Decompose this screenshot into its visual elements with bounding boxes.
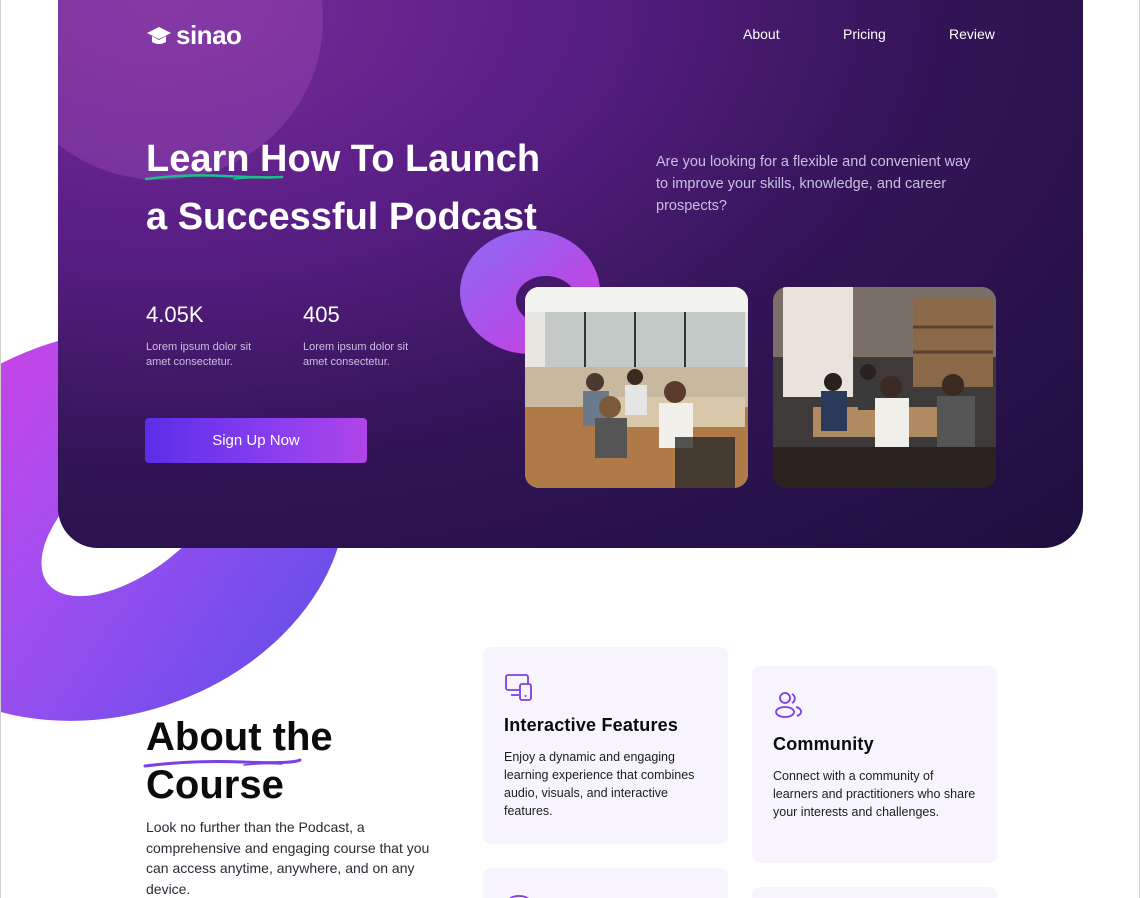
- stat-value: 4.05K: [146, 302, 204, 327]
- hero-section: sinao About Pricing Review Learn How To …: [58, 0, 1083, 548]
- hero-intro: Are you looking for a flexible and conve…: [656, 154, 971, 214]
- graduation-cap-icon: [147, 26, 171, 44]
- feature-text: Connect with a community of learners and…: [773, 769, 976, 819]
- feature-title: Interactive Features: [504, 715, 679, 735]
- feature-card-3: [483, 868, 728, 898]
- hero-photo-1: [525, 287, 748, 488]
- stat-value: 405: [303, 302, 340, 327]
- nav-item-pricing[interactable]: Pricing: [843, 26, 886, 42]
- feature-card-community: Community Connect with a community of le…: [752, 666, 997, 863]
- nav-item-about[interactable]: About: [743, 26, 780, 42]
- feature-card-interactive: Interactive Features Enjoy a dynamic and…: [483, 647, 728, 844]
- stat-1: 4.05K Lorem ipsum dolor sit amet consect…: [146, 302, 266, 370]
- feature-title: Community: [773, 734, 874, 754]
- brand-name: sinao: [176, 20, 242, 50]
- about-title-line-2: Course: [146, 763, 284, 807]
- feature-text: Enjoy a dynamic and engaging learning ex…: [504, 750, 695, 818]
- about-title-line-1: About the: [146, 715, 333, 759]
- about-underline: [143, 758, 302, 768]
- hero-photo-2: [773, 287, 996, 488]
- about-description: Look no further than the Podcast, a comp…: [146, 819, 430, 897]
- nav-item-review[interactable]: Review: [949, 26, 995, 42]
- stat-desc: Lorem ipsum dolor sit amet consectetur.: [146, 341, 252, 368]
- devices-icon: [505, 674, 532, 701]
- stat-2: 405 Lorem ipsum dolor sit amet consectet…: [303, 302, 423, 370]
- sign-up-button[interactable]: Sign Up Now: [145, 418, 367, 463]
- headline-underline: [144, 174, 284, 181]
- feature-card-4: [752, 887, 997, 898]
- feature-icon: [509, 895, 529, 898]
- brand-logo[interactable]: sinao: [146, 20, 242, 51]
- page: sinao About Pricing Review Learn How To …: [0, 0, 1140, 898]
- stat-desc: Lorem ipsum dolor sit amet consectetur.: [303, 341, 409, 368]
- users-icon: [775, 692, 802, 718]
